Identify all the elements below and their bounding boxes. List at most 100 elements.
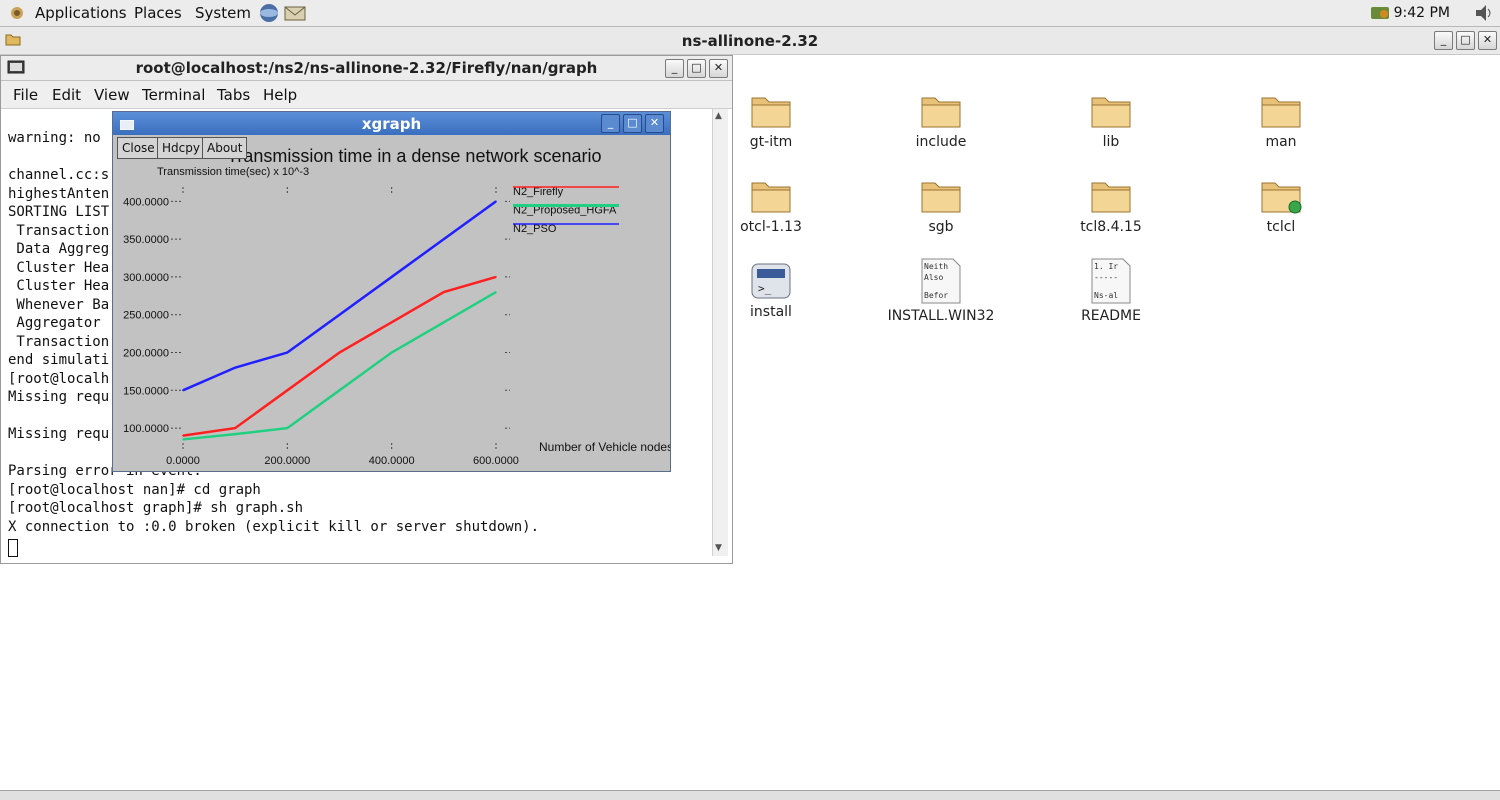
xgraph-hardcopy-button[interactable]: Hdcpy (157, 137, 205, 159)
folder-icon (1031, 90, 1191, 130)
menu-edit[interactable]: Edit (52, 86, 81, 104)
file-label: lib (1102, 134, 1120, 150)
x-tick-label: 200.0000 (264, 455, 310, 467)
data-point (182, 389, 184, 392)
data-point (390, 321, 393, 324)
file-label: tcl8.4.15 (1080, 219, 1142, 235)
file-label: tclcl (1266, 219, 1296, 235)
y-tick-label: 300.0000 (123, 272, 169, 284)
terminal-maximize-button[interactable]: □ (687, 59, 706, 78)
menu-terminal[interactable]: Terminal (142, 86, 205, 104)
file-manager-titlebar: ns-allinone-2.32 _ □ ✕ (0, 27, 1500, 55)
xgraph-minimize-button[interactable]: _ (601, 114, 620, 133)
xgraph-window: Transmission time in a dense network sce… (112, 111, 671, 472)
maximize-button[interactable]: □ (1456, 31, 1475, 50)
folder-icon (1201, 90, 1361, 130)
file-item[interactable]: lib (1031, 90, 1191, 150)
text-file-icon: 1. Ir ----- Ns-al (1031, 258, 1191, 304)
data-point (286, 389, 289, 392)
xgraph-close-button[interactable]: ✕ (645, 114, 664, 133)
chart-title: Transmission time in a dense network sce… (227, 146, 602, 166)
data-point (338, 351, 341, 354)
menu-tabs[interactable]: Tabs (217, 86, 250, 104)
data-point (234, 433, 236, 435)
legend-label: N2_PSO (513, 223, 557, 235)
scroll-up-arrow-icon[interactable]: ▲ (715, 111, 722, 121)
close-button[interactable]: ✕ (1478, 31, 1497, 50)
file-label: README (1081, 308, 1141, 324)
file-label: include (915, 134, 967, 150)
y-tick-label: 400.0000 (123, 196, 169, 208)
data-point (286, 351, 289, 354)
terminal-title: root@localhost:/ns2/ns-allinone-2.32/Fir… (135, 59, 598, 77)
update-notifier-icon[interactable] (1370, 4, 1390, 26)
terminal-minimize-button[interactable]: _ (665, 59, 684, 78)
menu-help[interactable]: Help (263, 86, 297, 104)
terminal-line: X connection to :0.0 broken (explicit ki… (8, 518, 540, 535)
menu-system[interactable]: System (195, 4, 251, 22)
data-point (338, 389, 341, 392)
data-point (443, 291, 445, 293)
volume-icon[interactable] (1474, 4, 1494, 26)
file-preview-line: 1. Ir (1094, 262, 1118, 271)
y-tick-label: 150.0000 (123, 385, 169, 397)
series-line-n2-pso (182, 200, 497, 392)
data-point (182, 434, 184, 437)
folder-icon (1031, 175, 1191, 215)
file-label: INSTALL.WIN32 (887, 308, 995, 324)
file-item[interactable]: tclcl (1201, 175, 1361, 235)
xgraph-title: xgraph (361, 115, 422, 133)
terminal-cursor (8, 539, 18, 557)
xgraph-maximize-button[interactable]: □ (623, 114, 642, 133)
legend-label: N2_Firefly (513, 186, 564, 198)
menu-view[interactable]: View (94, 86, 130, 104)
y-tick-label: 250.0000 (123, 310, 169, 322)
file-item[interactable]: Neith Also Befor INSTALL.WIN32 (861, 258, 1021, 324)
terminal-line: [root@localhost nan]# cd graph (8, 481, 261, 498)
data-point (390, 276, 393, 278)
applications-icon[interactable] (8, 4, 26, 22)
file-item[interactable]: 1. Ir ----- Ns-al README (1031, 258, 1191, 324)
folder-icon (861, 90, 1021, 130)
file-label: sgb (928, 219, 954, 235)
terminal-scrollbar[interactable]: ▲ ▼ (712, 109, 728, 556)
x-tick-label: 400.0000 (369, 455, 415, 467)
xgraph-titlebar[interactable]: xgraph _ □ ✕ (113, 112, 670, 135)
data-point (443, 321, 445, 324)
x-axis-label: Number of Vehicle nodes (539, 440, 670, 454)
top-panel: Applications Places System 9:42 PM (0, 0, 1500, 27)
web-browser-launcher-icon[interactable] (258, 3, 280, 27)
file-preview-line: Neith (924, 262, 948, 271)
xgraph-about-button[interactable]: About (202, 137, 248, 159)
data-point (338, 313, 341, 316)
file-preview-line: Befor (924, 291, 948, 300)
file-item[interactable]: man (1201, 90, 1361, 150)
xgraph-close-plot-button[interactable]: Close (117, 137, 160, 159)
mail-launcher-icon[interactable] (283, 3, 307, 27)
terminal-titlebar[interactable]: root@localhost:/ns2/ns-allinone-2.32/Fir… (1, 56, 732, 81)
x-tick-label: 0.0000 (166, 455, 200, 467)
scroll-down-arrow-icon[interactable]: ▼ (715, 543, 722, 553)
y-tick-label: 350.0000 (123, 234, 169, 246)
data-point (234, 427, 236, 429)
terminal-close-button[interactable]: ✕ (709, 59, 728, 78)
minimize-button[interactable]: _ (1434, 31, 1453, 50)
y-tick-label: 100.0000 (123, 423, 169, 435)
file-item[interactable]: sgb (861, 175, 1021, 235)
text-file-icon: Neith Also Befor (861, 258, 1021, 304)
y-tick-label: 200.0000 (123, 348, 169, 360)
data-point (495, 200, 497, 203)
clock[interactable]: 9:42 PM (1394, 5, 1450, 21)
menu-file[interactable]: File (13, 86, 38, 104)
menu-places[interactable]: Places (134, 4, 182, 22)
data-point (495, 276, 497, 278)
file-item[interactable]: tcl8.4.15 (1031, 175, 1191, 235)
data-point (234, 366, 236, 369)
file-preview-line: Ns-al (1094, 291, 1118, 300)
terminal-line: [root@localhost graph]# sh graph.sh (8, 500, 304, 516)
x-tick-label: 600.0000 (473, 455, 519, 467)
menu-applications[interactable]: Applications (35, 4, 127, 22)
file-item[interactable]: include (861, 90, 1021, 150)
data-point (182, 438, 184, 441)
data-point (286, 427, 289, 429)
